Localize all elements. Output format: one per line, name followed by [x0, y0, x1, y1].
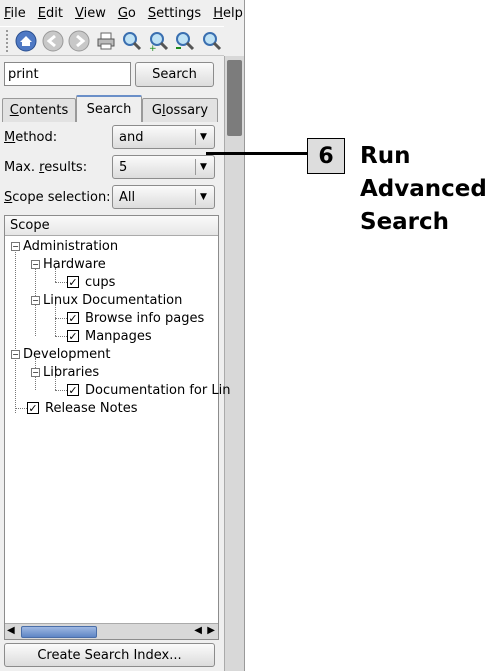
checkbox-release-notes[interactable]: ✓ — [27, 402, 39, 415]
collapse-icon[interactable]: − — [31, 295, 40, 305]
tree-guide — [55, 390, 67, 391]
back-icon[interactable] — [40, 28, 65, 54]
create-search-index-button[interactable]: Create Search Index... — [4, 643, 215, 667]
tree-item-administration[interactable]: − Administration — [11, 237, 118, 255]
print-icon[interactable] — [93, 28, 118, 54]
tree-guide — [15, 408, 27, 409]
max-results-spinbox[interactable]: 5 ▼ — [112, 155, 215, 179]
chevron-down-icon: ▼ — [195, 189, 211, 205]
method-row: Method: and ▼ — [4, 125, 218, 149]
tree-item-cups[interactable]: ✓ cups — [67, 273, 115, 291]
menu-help[interactable]: Help — [213, 6, 243, 21]
toolbar-handle[interactable] — [6, 30, 10, 52]
menubar: File Edit View Go Settings Help — [0, 0, 245, 26]
menu-settings[interactable]: Settings — [148, 6, 201, 21]
collapse-icon[interactable]: − — [11, 349, 20, 359]
tree-guide — [15, 249, 16, 413]
tab-bar: Contents Search Gl ossary — [2, 95, 220, 122]
collapse-icon[interactable]: − — [31, 259, 40, 269]
zoom-icon[interactable] — [200, 28, 225, 54]
scroll-right-icon[interactable]: ▶ — [207, 625, 215, 636]
tree-item-manpages[interactable]: ✓ Manpages — [67, 327, 152, 345]
method-value: and — [119, 129, 144, 145]
collapse-icon[interactable]: − — [11, 241, 20, 251]
chevron-down-icon: ▼ — [195, 129, 211, 145]
scope-selection-label: Scope selection: — [4, 189, 111, 205]
menu-view[interactable]: View — [75, 6, 106, 21]
home-icon[interactable] — [14, 28, 39, 54]
scope-selection-value: All — [119, 189, 136, 205]
vertical-scrollbar-thumb[interactable] — [227, 60, 242, 136]
scope-column-header[interactable]: Scope — [5, 216, 218, 236]
callout-caption: Run Advanced Search — [360, 140, 485, 239]
max-results-label: Max. results: — [4, 159, 88, 175]
tab-glossary[interactable]: Gl ossary — [142, 98, 218, 122]
tree-guide — [55, 282, 67, 283]
scroll-left-icon[interactable]: ◀ — [7, 625, 15, 636]
method-combo[interactable]: and ▼ — [112, 125, 215, 149]
tab-search[interactable]: Search — [76, 95, 142, 122]
horizontal-scrollbar-thumb[interactable] — [21, 626, 97, 638]
tree-item-linux-documentation[interactable]: − Linux Documentation — [31, 291, 182, 309]
callout-line-2: Advanced — [360, 176, 485, 202]
scope-selection-combo[interactable]: All ▼ — [112, 185, 215, 209]
tree-item-hardware[interactable]: − Hardware — [31, 255, 106, 273]
method-label: Method: — [4, 129, 58, 145]
tree-guide — [55, 318, 67, 319]
vertical-scrollbar[interactable] — [224, 56, 244, 671]
scroll-left-icon[interactable]: ◀ — [194, 625, 202, 636]
max-results-value: 5 — [119, 159, 128, 175]
tab-contents[interactable]: Contents — [2, 98, 76, 122]
checkbox-browse-info-pages[interactable]: ✓ — [67, 312, 79, 325]
search-button[interactable]: Search — [135, 62, 214, 87]
zoom-in-icon[interactable]: + — [146, 28, 171, 54]
step-number-badge: 6 — [307, 138, 345, 174]
help-window: File Edit View Go Settings Help + print … — [0, 0, 245, 671]
callout-line-1: Run — [360, 143, 411, 169]
tree-item-development[interactable]: − Development — [11, 345, 111, 363]
find-icon[interactable] — [120, 28, 145, 54]
scope-tree: Scope − Administration − Hardware ✓ cups − L… — [4, 215, 230, 640]
max-results-row: Max. results: 5 ▼ — [4, 155, 218, 179]
svg-text:+: + — [149, 44, 157, 52]
tree-item-libraries[interactable]: − Libraries — [31, 363, 99, 381]
search-row: Search — [4, 62, 218, 88]
menu-edit[interactable]: Edit — [38, 6, 63, 21]
tree-item-browse-info-pages[interactable]: ✓ Browse info pages — [67, 309, 204, 327]
checkbox-cups[interactable]: ✓ — [67, 276, 79, 289]
toolbar: + — [0, 26, 224, 56]
checkbox-manpages[interactable]: ✓ — [67, 330, 79, 343]
forward-icon[interactable] — [67, 28, 92, 54]
collapse-icon[interactable]: − — [31, 367, 40, 377]
menu-go[interactable]: Go — [118, 6, 136, 21]
tree-item-documentation-for-lin[interactable]: ✓ Documentation for Lin — [67, 381, 230, 399]
tree-guide — [55, 336, 67, 337]
callout-line-3: Search — [360, 209, 450, 235]
horizontal-scrollbar[interactable]: ◀ ◀ ▶ — [5, 623, 218, 639]
search-input[interactable] — [4, 62, 131, 86]
zoom-out-icon[interactable] — [173, 28, 198, 54]
checkbox-documentation-for-lin[interactable]: ✓ — [67, 384, 79, 397]
scope-row: Scope selection: All ▼ — [4, 185, 218, 209]
chevron-down-icon: ▼ — [195, 159, 211, 175]
tree-item-release-notes[interactable]: ✓ Release Notes — [27, 399, 137, 417]
callout-pointer-line — [206, 152, 308, 155]
menu-file[interactable]: File — [4, 6, 26, 21]
